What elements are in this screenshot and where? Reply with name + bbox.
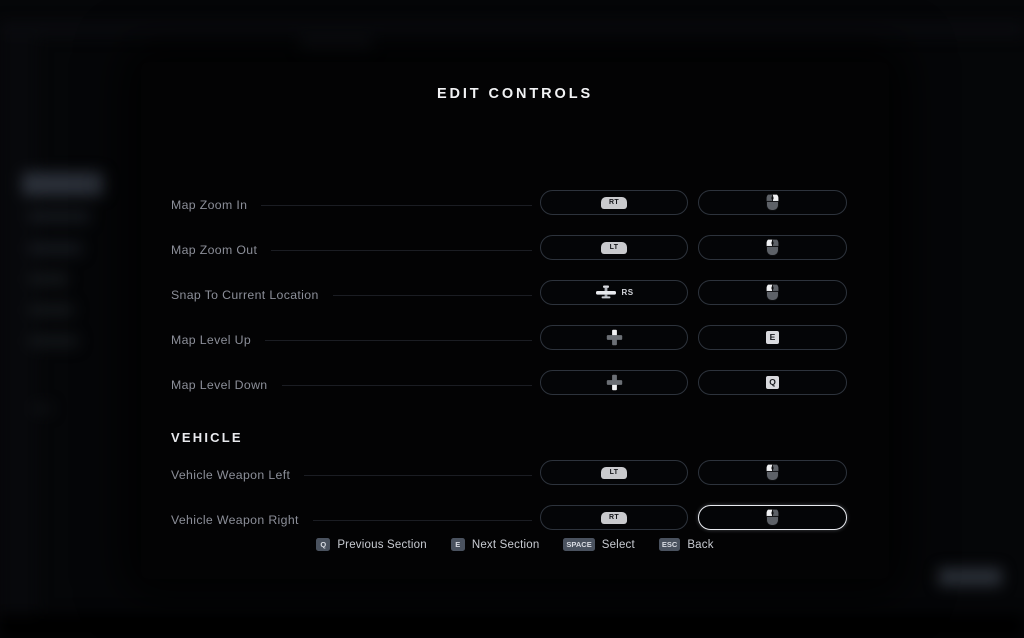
hint-keycap: SPACE [563,538,595,551]
row-connector-line [261,205,532,206]
row-connector-line [304,475,532,476]
row-connector-line [312,520,532,521]
dpad-icon [606,329,622,346]
background-left-edge [0,22,38,618]
edit-controls-dialog: EDIT CONTROLS Map Zoom In RT Map Zoom Out… [141,62,889,579]
keyboard-binding-button[interactable] [698,505,847,530]
background-menu-item-active [22,172,104,196]
row-connector-line [281,385,532,386]
keycap: Q [766,376,779,389]
keyboard-binding-button[interactable] [698,235,847,260]
footer-hints: Q Previous Section E Next Section SPACE Selec… [141,538,889,551]
background-menu-item [30,404,52,413]
control-label: Vehicle Weapon Right [171,513,299,527]
hint-keycap: ESC [658,538,681,551]
background-corner-chip [938,568,1002,586]
background-top-strip [0,22,1024,36]
keyboard-binding-button[interactable] [698,460,847,485]
control-label: Snap To Current Location [171,288,319,302]
control-row: Map Level Down Q [141,370,889,400]
background-menu-item [28,210,90,223]
mouse-icon [766,509,779,526]
row-connector-line [265,340,532,341]
control-label: Map Zoom Out [171,243,258,257]
control-row: Snap To Current Location RS [141,280,889,310]
hint-keycap: Q [316,538,331,551]
control-row: Map Zoom In RT [141,190,889,220]
dpad-icon [606,374,622,391]
control-row: Vehicle Weapon Left LT [141,460,889,490]
gamepad-binding-button[interactable] [540,370,688,395]
control-row: Vehicle Weapon Right RT [141,505,889,535]
footer-hint[interactable]: E Next Section [450,538,540,551]
control-label: Map Level Up [171,333,252,347]
row-connector-line [332,295,532,296]
keyboard-binding-button[interactable]: E [698,325,847,350]
section-header: VEHICLE [171,430,243,445]
background-menu-item [28,273,68,285]
control-label: Vehicle Weapon Left [171,468,291,482]
stick-label: RS [621,288,634,297]
mouse-icon [766,194,779,211]
hint-label: Select [601,538,635,551]
control-row: Map Level Up E [141,325,889,355]
page-title: EDIT CONTROLS [436,86,594,102]
gamepad-binding-button[interactable]: LT [540,460,688,485]
control-label: Map Level Down [171,378,268,392]
stick-binding: RS [595,285,634,300]
background-header-chip [300,36,372,52]
keycap: E [766,331,779,344]
gamepad-binding-button[interactable]: LT [540,235,688,260]
keyboard-binding-button[interactable] [698,190,847,215]
hint-label: Previous Section [337,538,427,551]
trigger-cap: LT [601,241,627,254]
mouse-icon [766,464,779,481]
gamepad-binding-button[interactable]: RT [540,190,688,215]
background-menu-item [28,335,78,347]
hint-label: Next Section [471,538,540,551]
gamepad-binding-button[interactable]: RT [540,505,688,530]
background-bottom-strip [0,614,1024,638]
hint-keycap: E [450,538,465,551]
trigger-cap: RT [601,511,627,524]
trigger-cap: LT [601,466,627,479]
stick-press-icon [595,285,616,299]
footer-hint[interactable]: ESC Back [658,538,714,551]
row-connector-line [271,250,532,251]
keyboard-binding-button[interactable] [698,280,847,305]
hint-label: Back [687,538,714,551]
background-menu-item [28,304,74,316]
control-row: Map Zoom Out LT [141,235,889,265]
keyboard-binding-button[interactable]: Q [698,370,847,395]
mouse-icon [766,239,779,256]
footer-hint[interactable]: Q Previous Section [316,538,427,551]
gamepad-binding-button[interactable] [540,325,688,350]
control-label: Map Zoom In [171,198,248,212]
background-menu-item [28,242,82,255]
footer-hint[interactable]: SPACE Select [563,538,635,551]
mouse-icon [766,284,779,301]
trigger-cap: RT [601,196,627,209]
gamepad-binding-button[interactable]: RS [540,280,688,305]
